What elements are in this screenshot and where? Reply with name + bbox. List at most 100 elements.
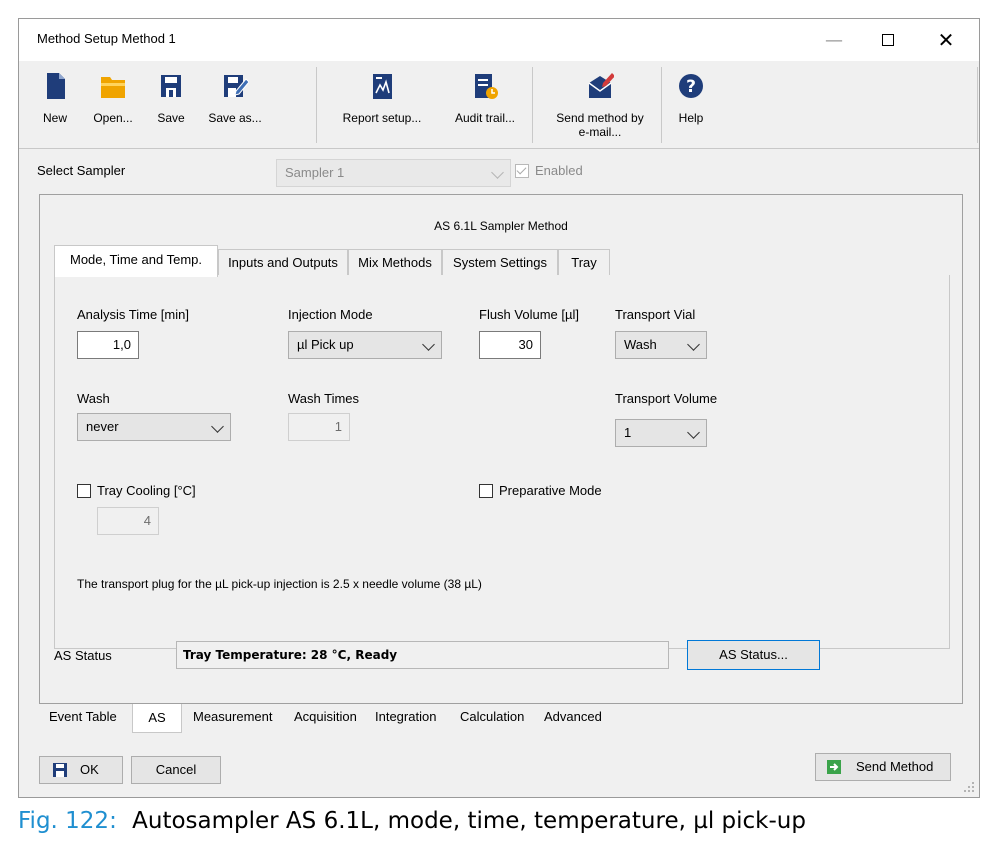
help-button[interactable]: ? Help	[669, 61, 713, 149]
sampler-method-panel: AS 6.1L Sampler Method Mode, Time and Te…	[39, 194, 963, 704]
injection-mode-value: µl Pick up	[297, 337, 354, 352]
sampler-value: Sampler 1	[285, 165, 345, 180]
new-button[interactable]: New	[33, 61, 77, 149]
report-setup-icon	[373, 74, 392, 99]
transport-volume-select[interactable]: 1	[615, 419, 707, 447]
figure-number: Fig. 122:	[18, 808, 117, 834]
analysis-time-label: Analysis Time [min]	[77, 307, 189, 322]
report-setup-label: Report setup...	[342, 111, 422, 125]
toolbar-separator	[977, 67, 978, 143]
injection-mode-select[interactable]: µl Pick up	[288, 331, 442, 359]
tab-content-mode-time-temp: Analysis Time [min] 1,0 Injection Mode µ…	[54, 275, 950, 649]
cancel-button[interactable]: Cancel	[131, 756, 221, 784]
report-setup-button[interactable]: Report setup...	[329, 61, 435, 149]
tab-mode-time-temp[interactable]: Mode, Time and Temp.	[54, 245, 218, 277]
tab-acquisition[interactable]: Acquisition	[294, 705, 357, 729]
panel-title: AS 6.1L Sampler Method	[434, 219, 568, 233]
transport-plug-note: The transport plug for the µL pick-up in…	[77, 577, 482, 591]
help-label: Help	[678, 111, 704, 125]
transport-volume-label: Transport Volume	[615, 391, 718, 406]
title-bar: Method Setup Method 1 — ✕	[19, 19, 979, 61]
close-icon: ✕	[937, 28, 955, 52]
chevron-down-icon	[491, 166, 504, 179]
ok-button[interactable]: OK	[39, 756, 123, 784]
tab-inputs-outputs[interactable]: Inputs and Outputs	[218, 249, 348, 276]
tab-label: Mode, Time and Temp.	[70, 252, 202, 267]
save-as-icon	[224, 75, 249, 97]
audit-trail-label: Audit trail...	[454, 111, 516, 125]
toolbar-separator	[532, 67, 533, 143]
save-as-label: Save as...	[208, 111, 262, 125]
wash-select[interactable]: never	[77, 413, 231, 441]
maximize-button[interactable]	[865, 19, 911, 61]
save-disk-icon	[161, 75, 181, 97]
wash-times-input[interactable]: 1	[288, 413, 350, 441]
save-as-button[interactable]: Save as...	[199, 61, 271, 149]
preparative-mode-checkbox[interactable]	[479, 484, 493, 498]
new-document-icon	[47, 73, 65, 99]
tab-label: System Settings	[453, 255, 547, 270]
figure-caption: Fig. 122: Autosampler AS 6.1L, mode, tim…	[18, 808, 806, 834]
tab-integration[interactable]: Integration	[375, 705, 436, 729]
send-method-email-label: Send method by e-mail...	[556, 111, 644, 139]
send-arrow-icon	[827, 760, 841, 774]
tray-cooling-input[interactable]: 4	[97, 507, 159, 535]
chevron-down-icon	[687, 338, 700, 351]
tab-mix-methods[interactable]: Mix Methods	[348, 249, 442, 276]
tab-as[interactable]: AS	[132, 704, 182, 733]
tab-measurement[interactable]: Measurement	[193, 705, 272, 729]
tray-cooling-checkbox[interactable]	[77, 484, 91, 498]
chevron-down-icon	[422, 338, 435, 351]
method-setup-window: Method Setup Method 1 — ✕ New Open... Sa…	[18, 18, 980, 798]
toolbar: New Open... Save Save as... Report setup…	[19, 61, 979, 149]
send-method-label: Send Method	[856, 759, 934, 774]
checkmark-icon	[516, 164, 527, 175]
wash-times-label: Wash Times	[288, 391, 360, 406]
ok-label: OK	[80, 762, 99, 777]
flush-volume-label: Flush Volume [µl]	[479, 307, 579, 322]
svg-text:?: ?	[686, 77, 696, 97]
enabled-checkbox[interactable]	[515, 164, 529, 178]
tab-advanced[interactable]: Advanced	[544, 705, 602, 729]
open-label: Open...	[93, 111, 133, 125]
minimize-button[interactable]: —	[811, 19, 857, 61]
new-label: New	[42, 111, 67, 125]
open-button[interactable]: Open...	[81, 61, 145, 149]
minimize-icon: —	[825, 29, 843, 51]
chevron-down-icon	[211, 420, 224, 433]
save-disk-icon	[53, 763, 67, 777]
flush-volume-input[interactable]: 30	[479, 331, 541, 359]
transport-vial-value: Wash	[624, 337, 657, 352]
window-title: Method Setup Method 1	[37, 31, 176, 46]
enabled-label: Enabled	[535, 163, 583, 178]
toolbar-separator	[316, 67, 317, 143]
chevron-down-icon	[687, 426, 700, 439]
send-method-button[interactable]: Send Method	[815, 753, 951, 781]
help-icon: ?	[679, 74, 703, 98]
save-button[interactable]: Save	[149, 61, 193, 149]
as-status-field: Tray Temperature: 28 °C, Ready	[176, 641, 669, 669]
send-method-email-button[interactable]: Send method by e-mail...	[541, 61, 659, 149]
as-status-button[interactable]: AS Status...	[687, 640, 820, 670]
sampler-select[interactable]: Sampler 1	[276, 159, 511, 187]
tab-event-table[interactable]: Event Table	[49, 705, 117, 729]
as-status-label: AS Status	[54, 648, 112, 663]
wash-label: Wash	[77, 391, 110, 406]
tab-label: Tray	[571, 255, 597, 270]
transport-volume-value: 1	[624, 425, 632, 440]
tab-system-settings[interactable]: System Settings	[442, 249, 558, 276]
resize-grip-icon[interactable]	[963, 781, 975, 793]
tab-tray[interactable]: Tray	[558, 249, 610, 276]
tab-label: Mix Methods	[358, 255, 432, 270]
toolbar-separator	[661, 67, 662, 143]
analysis-time-input[interactable]: 1,0	[77, 331, 139, 359]
audit-trail-icon	[475, 74, 498, 99]
wash-value: never	[86, 419, 119, 434]
tab-calculation[interactable]: Calculation	[460, 705, 524, 729]
email-method-icon	[588, 73, 614, 98]
figure-caption-text: Autosampler AS 6.1L, mode, time, tempera…	[132, 808, 806, 834]
preparative-mode-label: Preparative Mode	[499, 483, 602, 498]
audit-trail-button[interactable]: Audit trail...	[439, 61, 531, 149]
transport-vial-select[interactable]: Wash	[615, 331, 707, 359]
close-button[interactable]: ✕	[923, 19, 969, 61]
